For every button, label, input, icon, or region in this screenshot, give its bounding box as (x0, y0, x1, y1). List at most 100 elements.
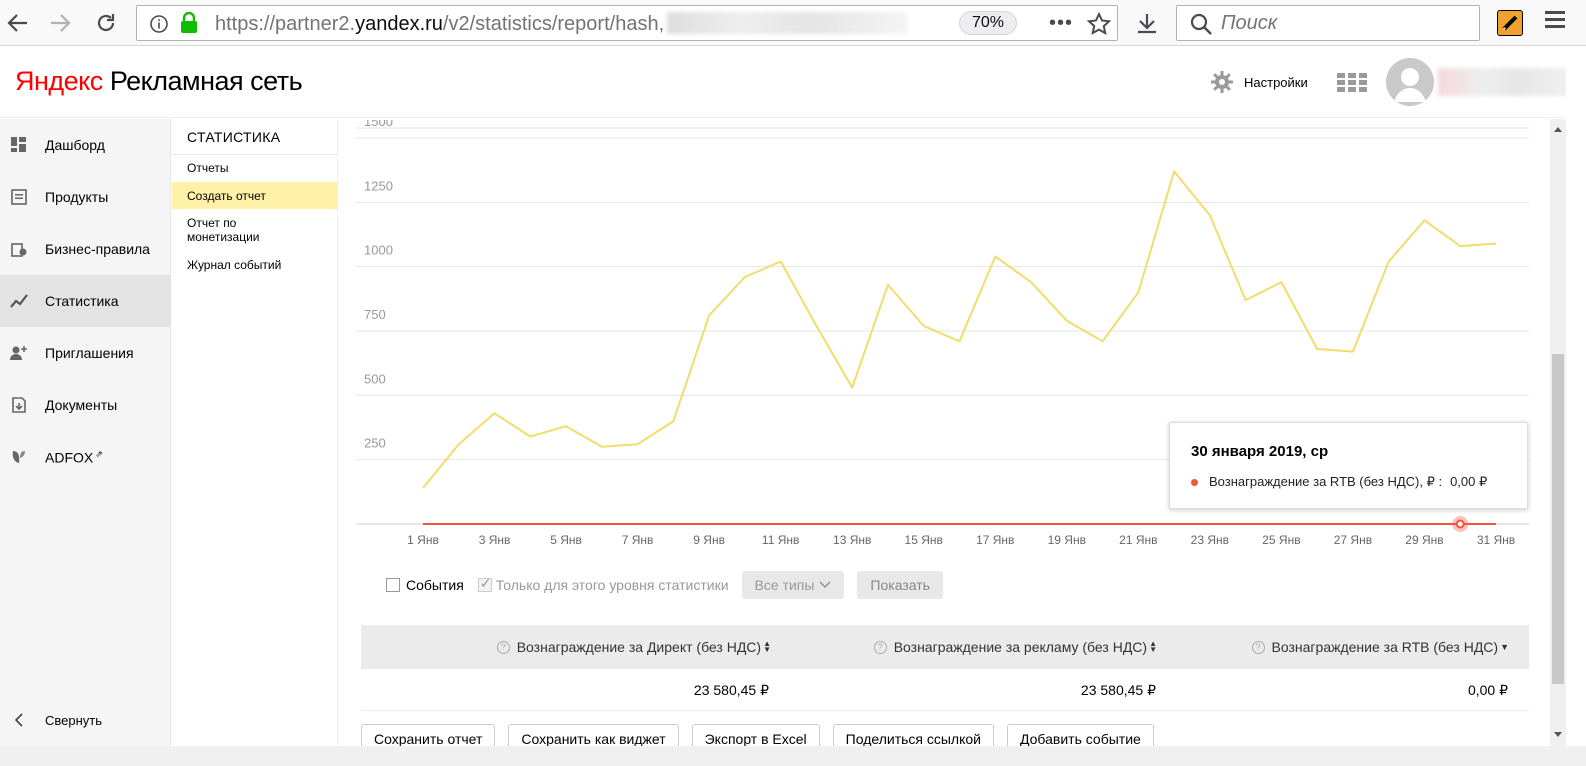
x-tick-label: 19 Янв (1048, 533, 1086, 547)
forward-icon[interactable] (44, 7, 76, 39)
statistics-submenu: СТАТИСТИКА Отчеты Создать отчет Отчет по… (172, 119, 338, 746)
search-icon (1190, 13, 1212, 35)
sidebar-item-invitations[interactable]: Приглашения (0, 327, 171, 379)
sidebar: Дашборд Продукты Бизнес-правила Статисти… (0, 119, 171, 746)
help-icon[interactable]: ? (1251, 640, 1265, 654)
x-tick-label: 13 Янв (833, 533, 871, 547)
sidebar-item-label: Продукты (45, 189, 109, 205)
url-bar[interactable]: https://partner2.yandex.ru/v2/statistics… (136, 5, 1118, 41)
cell-direct: 23 580,45 ₽ (693, 682, 769, 698)
site-header: Яндекс Рекламная сеть Настройки (0, 46, 1586, 118)
scroll-down-icon[interactable] (1553, 731, 1563, 739)
logo[interactable]: Яндекс Рекламная сеть (15, 66, 303, 97)
x-tick-label: 25 Янв (1262, 533, 1300, 547)
scroll-up-icon[interactable] (1553, 125, 1563, 133)
submenu-item-reports[interactable]: Отчеты (172, 161, 338, 181)
sidebar-item-business-rules[interactable]: Бизнес-правила (0, 223, 171, 275)
bookmark-star-icon[interactable] (1087, 12, 1111, 36)
y-tick-label: 1500 (364, 120, 393, 129)
external-link-icon: ⇗ (95, 448, 103, 459)
sidebar-item-dashboard[interactable]: Дашборд (0, 119, 171, 171)
events-checkbox[interactable] (386, 578, 400, 592)
back-icon[interactable] (2, 7, 34, 39)
x-tick-label: 21 Янв (1119, 533, 1157, 547)
x-tick-label: 27 Янв (1334, 533, 1372, 547)
gear-icon (1211, 71, 1233, 93)
chart-controls: События Только для этого уровня статисти… (386, 571, 943, 599)
apps-grid-icon[interactable] (1337, 73, 1367, 93)
sort-desc-icon: ▼ (1500, 642, 1509, 652)
sidebar-item-statistics[interactable]: Статистика (0, 275, 171, 327)
search-input[interactable] (1221, 12, 1471, 34)
tooltip-title: 30 января 2019, ср (1191, 443, 1329, 460)
downloads-icon[interactable] (1131, 7, 1163, 39)
sidebar-item-documents[interactable]: Документы (0, 379, 171, 431)
column-header-rtb[interactable]: ? Вознаграждение за RTB (без НДС) ▼ (1251, 639, 1509, 655)
y-tick-label: 750 (364, 307, 386, 322)
chart-tooltip: 30 января 2019, ср Вознаграждение за RTB… (1169, 422, 1528, 509)
x-tick-label: 3 Янв (479, 533, 511, 547)
sidebar-collapse-label: Свернуть (45, 712, 103, 728)
submenu-title: СТАТИСТИКА (187, 129, 281, 145)
sidebar-collapse[interactable]: Свернуть (0, 694, 171, 746)
dashboard-icon (10, 136, 28, 154)
products-icon (10, 188, 28, 206)
sidebar-item-label: ADFOX ⇗ (45, 448, 103, 466)
help-icon[interactable]: ? (496, 640, 510, 654)
submenu-item-create-report[interactable]: Создать отчет (172, 182, 338, 209)
column-header-label: Вознаграждение за Директ (без НДС) (516, 639, 762, 655)
y-tick-label: 500 (364, 371, 386, 386)
sidebar-item-label: Статистика (45, 293, 119, 309)
x-tick-label: 31 Янв (1477, 533, 1515, 547)
avatar[interactable] (1386, 58, 1434, 106)
scrollbar-thumb[interactable] (1552, 354, 1564, 684)
column-header-direct[interactable]: ? Вознаграждение за Директ (без НДС) ▲ ▼ (496, 639, 771, 655)
page-actions-icon[interactable]: ••• (1049, 12, 1073, 35)
help-icon[interactable]: ? (873, 640, 887, 654)
sidebar-item-adfox[interactable]: ADFOX ⇗ (0, 431, 171, 483)
zoom-badge[interactable]: 70% (959, 11, 1017, 35)
show-button[interactable]: Показать (857, 571, 943, 599)
settings-button[interactable]: Настройки (1210, 70, 1308, 94)
x-tick-label: 23 Янв (1191, 533, 1229, 547)
divider (172, 154, 338, 155)
x-tick-label: 9 Янв (693, 533, 725, 547)
column-header-ads[interactable]: ? Вознаграждение за рекламу (без НДС) ▲ ▼ (873, 639, 1157, 655)
only-level-label: Только для этого уровня статистики (495, 577, 729, 593)
url-redacted (667, 12, 907, 34)
page-scrollbar[interactable] (1550, 119, 1566, 746)
extension-icon[interactable] (1497, 10, 1523, 36)
column-header-label: Вознаграждение за RTB (без НДС) (1271, 639, 1499, 655)
sidebar-item-label: Дашборд (45, 137, 105, 153)
tooltip-row-value: 0,00 ₽ (1450, 474, 1488, 489)
only-level-checkbox[interactable] (477, 575, 492, 592)
lock-icon[interactable] (179, 12, 199, 34)
sort-icon: ▲ ▼ (1149, 639, 1157, 654)
statistics-icon (10, 292, 28, 310)
business-rules-icon (10, 240, 28, 258)
user-name-redacted[interactable] (1438, 68, 1568, 96)
x-tick-label: 11 Янв (762, 533, 799, 547)
sort-icon: ▲ ▼ (763, 639, 771, 654)
search-bar[interactable] (1176, 5, 1480, 41)
window-bottom-edge (0, 746, 1586, 766)
y-tick-label: 1000 (364, 243, 393, 258)
sidebar-item-products[interactable]: Продукты (0, 171, 171, 223)
window-edge (1566, 46, 1586, 766)
y-tick-label: 250 (364, 436, 386, 451)
submenu-item-events-log[interactable]: Журнал событий (172, 258, 338, 272)
sidebar-item-label: Документы (45, 397, 118, 413)
submenu-item-monetization-report[interactable]: Отчет по монетизации (172, 216, 292, 244)
info-icon[interactable] (149, 14, 169, 34)
event-types-select[interactable]: Все типы (741, 571, 845, 599)
reload-icon[interactable] (90, 7, 122, 39)
table-header: ? Вознаграждение за Директ (без НДС) ▲ ▼ … (361, 625, 1529, 669)
tooltip-row: Вознаграждение за RTB (без НДС), ₽ : 0,0… (1191, 474, 1487, 490)
sidebar-item-label: Приглашения (45, 345, 134, 361)
y-tick-label: 1250 (364, 178, 393, 193)
cell-ads: 23 580,45 ₽ (1080, 682, 1156, 698)
x-tick-label: 7 Янв (622, 533, 654, 547)
menu-icon[interactable] (1545, 11, 1565, 28)
events-label: События (406, 577, 464, 593)
column-header-label: Вознаграждение за рекламу (без НДС) (893, 639, 1148, 655)
